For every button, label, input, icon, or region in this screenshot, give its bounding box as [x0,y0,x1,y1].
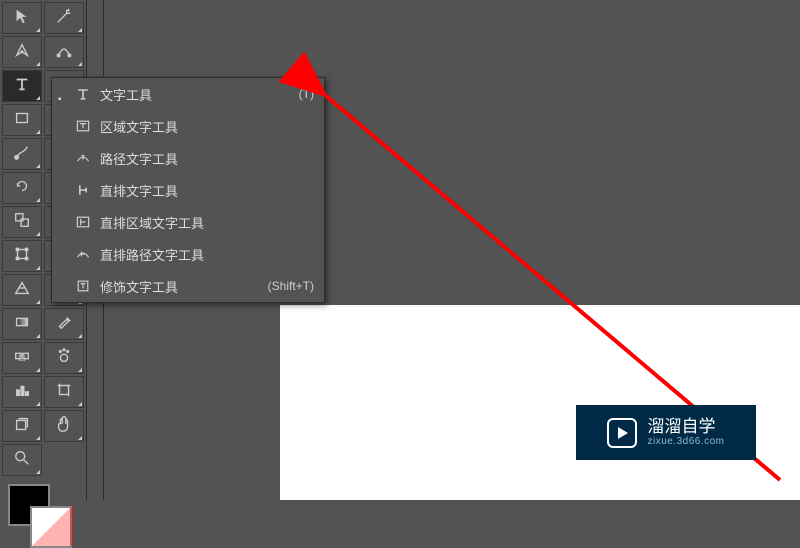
areatype-icon [72,118,94,134]
slice-icon [13,415,31,438]
hand-icon [55,415,73,438]
selected-dot-icon [58,282,66,290]
curvature-pen-tool[interactable] [44,36,84,68]
direct-selection-tool[interactable] [2,2,42,34]
rotate-icon [13,177,31,200]
symbol-sprayer-tool[interactable] [44,342,84,374]
fill-stroke-swatch[interactable] [2,478,84,538]
flyout-item-4[interactable]: 直排区域文字工具 [52,206,324,238]
flyout-item-1[interactable]: 区域文字工具 [52,110,324,142]
play-icon [607,418,637,448]
scaletool-icon [13,211,31,234]
type-icon [13,75,31,98]
eyedropper-icon [55,313,73,336]
eyedropper-tool[interactable] [44,308,84,340]
flyout-item-3[interactable]: 直排文字工具 [52,174,324,206]
flyout-item-6[interactable]: 修饰文字工具 (Shift+T) [52,270,324,302]
vareatype-icon [72,214,94,230]
gradient-icon [13,313,31,336]
artboard-icon [55,381,73,404]
selected-dot-icon [58,186,66,194]
perspective-icon [13,279,31,302]
magic-wand-tool[interactable] [44,2,84,34]
paintbrush-tool[interactable] [2,138,42,170]
selected-dot-icon [58,250,66,258]
rotate-tool[interactable] [2,172,42,204]
type-tool[interactable] [2,70,42,102]
scale-tool[interactable] [2,206,42,238]
slice-tool[interactable] [2,410,42,442]
touchtype-icon [72,278,94,294]
graph-icon [13,381,31,404]
flyout-label: 直排路径文字工具 [100,245,314,264]
flyout-label: 文字工具 [100,85,299,104]
vpathtype-icon [72,246,94,262]
flyout-shortcut: (Shift+T) [268,279,314,293]
stroke-swatch[interactable] [30,506,72,548]
watermark-title: 溜溜自学 [647,418,724,437]
rect-icon [13,109,31,132]
free-icon [13,245,31,268]
flyout-label: 直排区域文字工具 [100,213,314,232]
selected-dot-icon [58,154,66,162]
watermark-badge: 溜溜自学 zixue.3d66.com [576,405,756,460]
blend-icon [13,347,31,370]
hand-tool[interactable] [44,410,84,442]
type-tool-flyout: 文字工具 (T) 区域文字工具 路径文字工具 直排文字工具 直排区域文字工具 直… [51,77,325,303]
flyout-label: 修饰文字工具 [100,277,268,296]
watermark-sub: zixue.3d66.com [647,436,724,447]
column-graph-tool[interactable] [2,376,42,408]
cursor-icon [13,7,31,30]
zoom-tool[interactable] [2,444,42,476]
zoom-icon [13,449,31,472]
vtype-icon [72,182,94,198]
canvas-artboard[interactable] [280,305,800,500]
blend-tool[interactable] [2,342,42,374]
flyout-item-0[interactable]: 文字工具 (T) [52,78,324,110]
selected-dot-icon [58,90,66,98]
type-icon [72,86,94,102]
wand-icon [55,7,73,30]
pen-tool[interactable] [2,36,42,68]
sprayer-icon [55,347,73,370]
artboard-tool[interactable] [44,376,84,408]
rectangle-tool[interactable] [2,104,42,136]
gradient-tool[interactable] [2,308,42,340]
flyout-item-5[interactable]: 直排路径文字工具 [52,238,324,270]
pen-icon [13,41,31,64]
flyout-label: 路径文字工具 [100,149,314,168]
selected-dot-icon [58,122,66,130]
perspective-grid-tool[interactable] [2,274,42,306]
free-transform-tool[interactable] [2,240,42,272]
brush-icon [13,143,31,166]
flyout-label: 区域文字工具 [100,117,314,136]
curvepen-icon [55,41,73,64]
flyout-shortcut: (T) [299,87,314,101]
flyout-label: 直排文字工具 [100,181,314,200]
flyout-item-2[interactable]: 路径文字工具 [52,142,324,174]
selected-dot-icon [58,218,66,226]
pathtype-icon [72,150,94,166]
